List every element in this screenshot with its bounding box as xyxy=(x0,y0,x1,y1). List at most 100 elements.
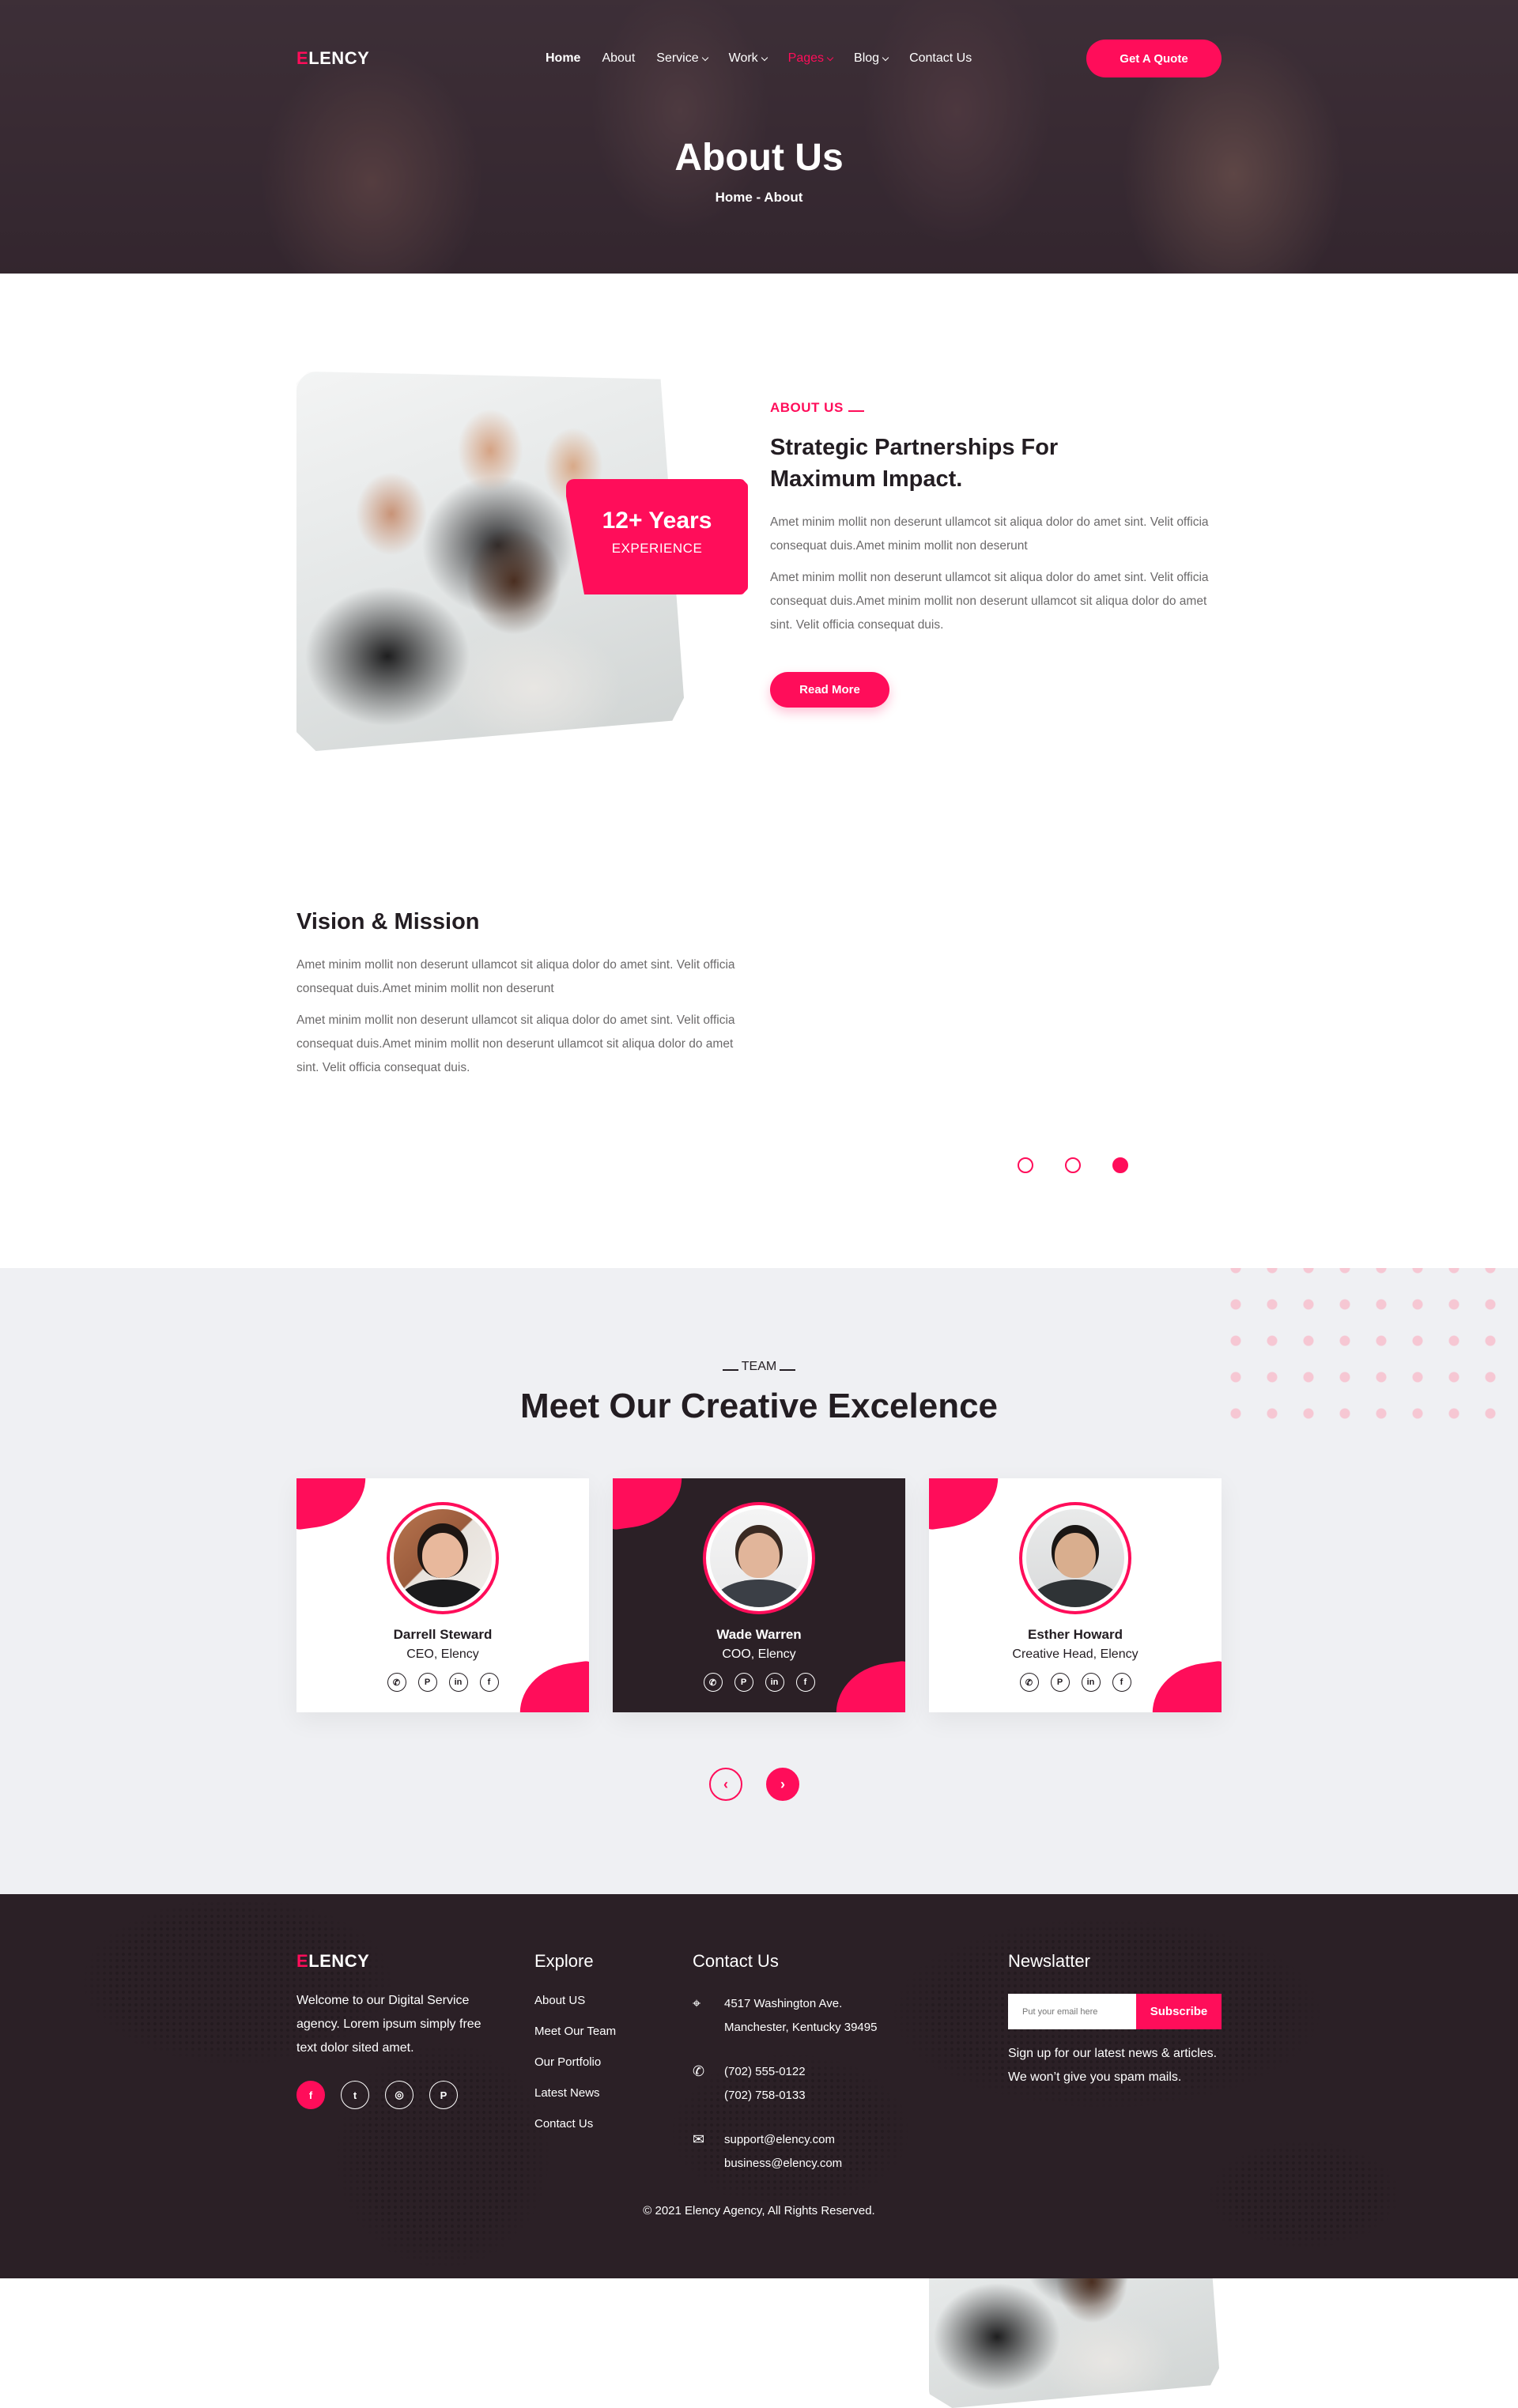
newsletter-title: Newslatter xyxy=(1008,1951,1090,1971)
facebook-icon[interactable]: f xyxy=(296,2081,325,2109)
about-heading: Strategic Partnerships For Maximum Impact… xyxy=(770,435,1059,492)
pinterest-icon[interactable]: P xyxy=(1050,1673,1070,1692)
prev-arrow-button[interactable]: ‹ xyxy=(709,1768,742,1801)
team-card[interactable]: Esther Howard Creative Head, Elency ✆ P … xyxy=(929,1478,1222,1712)
footer-about-column: ELENCY Welcome to our Digital Service ag… xyxy=(296,1951,502,2109)
member-socials: ✆ P in f xyxy=(613,1673,905,1692)
avatar xyxy=(703,1502,815,1614)
slider-dot-3[interactable] xyxy=(1112,1157,1128,1173)
footer-explore-column: Explore About US Meet Our Team Our Portf… xyxy=(534,1951,616,2148)
member-role: Creative Head, Elency xyxy=(1012,1647,1138,1661)
instagram-icon[interactable]: ◎ xyxy=(385,2081,413,2109)
about-paragraph-2: Amet minim mollit non deserunt ullamcot … xyxy=(770,571,1209,632)
nav-contact[interactable]: Contact Us xyxy=(909,51,972,66)
slider-dot-1[interactable] xyxy=(1018,1157,1033,1173)
chevron-down-icon xyxy=(826,54,834,61)
footer-link[interactable]: Our Portfolio xyxy=(534,2055,616,2069)
copyright: © 2021 Elency Agency, All Rights Reserve… xyxy=(643,2204,875,2217)
get-a-quote-button[interactable]: Get A Quote xyxy=(1086,40,1222,77)
main-nav: Home About Service Work Pages Blog Conta… xyxy=(546,51,993,66)
facebook-icon[interactable]: f xyxy=(1112,1673,1131,1692)
facebook-icon[interactable]: f xyxy=(479,1673,499,1692)
whatsapp-icon[interactable]: ✆ xyxy=(1019,1673,1039,1692)
nav-home[interactable]: Home xyxy=(546,51,580,66)
slider-dot-2[interactable] xyxy=(1065,1157,1081,1173)
whatsapp-icon[interactable]: ✆ xyxy=(387,1673,406,1692)
address-line: Manchester, Kentucky 39495 xyxy=(724,2021,878,2034)
envelope-icon: ✉ xyxy=(693,2131,705,2147)
subscribe-button[interactable]: Subscribe xyxy=(1136,1994,1222,2029)
member-socials: ✆ P in f xyxy=(296,1673,589,1692)
footer-about-text: Welcome to our Digital Service agency. L… xyxy=(296,1994,481,2055)
avatar xyxy=(387,1502,499,1614)
nav-service[interactable]: Service xyxy=(656,51,708,66)
whatsapp-icon[interactable]: ✆ xyxy=(703,1673,723,1692)
phone-number[interactable]: (702) 555-0122 xyxy=(724,2060,806,2084)
vision-section xyxy=(0,795,1518,1273)
newsletter-text: Sign up for our latest news & articles. … xyxy=(1008,2047,1218,2084)
email-address[interactable]: business@elency.com xyxy=(724,2152,842,2176)
member-name: Esther Howard xyxy=(1028,1627,1123,1642)
footer-link[interactable]: About US xyxy=(534,1994,616,2007)
footer: ELENCY Welcome to our Digital Service ag… xyxy=(0,1894,1518,2278)
team-section: TEAM Meet Our Creative Excelence Darrell… xyxy=(0,1268,1518,1894)
newsletter-email-input[interactable] xyxy=(1008,1994,1136,2029)
slider-dots xyxy=(1018,1157,1128,1173)
next-arrow-button[interactable]: › xyxy=(766,1768,799,1801)
contact-title: Contact Us xyxy=(693,1951,779,1971)
footer-contact-column: Contact Us ⌖ 4517 Washington Ave. Manches… xyxy=(693,1951,877,2176)
linkedin-icon[interactable]: in xyxy=(765,1673,784,1692)
footer-link[interactable]: Meet Our Team xyxy=(534,2025,616,2038)
decorative-blob xyxy=(929,1478,1005,1532)
twitter-icon[interactable]: t xyxy=(341,2081,369,2109)
pinterest-icon[interactable]: P xyxy=(429,2081,458,2109)
footer-newsletter-column: Newslatter Subscribe Sign up for our lat… xyxy=(1008,1951,1229,2089)
about-text-block: ABOUT US Strategic Partnerships For Maxim… xyxy=(770,400,1225,708)
eyebrow-line xyxy=(780,1369,796,1371)
decorative-blob xyxy=(613,1478,689,1532)
team-title: Meet Our Creative Excelence xyxy=(519,1387,999,1425)
location-pin-icon: ⌖ xyxy=(693,1995,701,2011)
email-row: ✉ support@elency.com business@elency.com xyxy=(693,2128,877,2176)
nav-pages[interactable]: Pages xyxy=(788,51,834,66)
page-title: About Us xyxy=(674,137,844,179)
footer-socials: f t ◎ P xyxy=(296,2081,502,2109)
nav-blog[interactable]: Blog xyxy=(854,51,889,66)
member-socials: ✆ P in f xyxy=(929,1673,1222,1692)
pinterest-icon[interactable]: P xyxy=(417,1673,437,1692)
chevron-down-icon xyxy=(701,54,708,61)
about-paragraph-1: Amet minim mollit non deserunt ullamcot … xyxy=(770,515,1209,553)
linkedin-icon[interactable]: in xyxy=(448,1673,468,1692)
newsletter-form: Subscribe xyxy=(1008,1994,1229,2029)
phone-number[interactable]: (702) 758-0133 xyxy=(724,2084,806,2108)
footer-link[interactable]: Latest News xyxy=(534,2086,616,2100)
facebook-icon[interactable]: f xyxy=(795,1673,815,1692)
read-more-button[interactable]: Read More xyxy=(770,672,889,708)
vision-paragraph-1: Amet minim mollit non deserunt ullamcot … xyxy=(296,958,735,995)
vision-heading: Vision & Mission xyxy=(296,909,480,934)
explore-links: About US Meet Our Team Our Portfolio Lat… xyxy=(534,1994,616,2131)
team-cards: Darrell Steward CEO, Elency ✆ P in f Wad… xyxy=(296,1478,1222,1712)
phone-icon: ✆ xyxy=(693,2063,705,2079)
member-role: CEO, Elency xyxy=(406,1647,479,1661)
nav-work[interactable]: Work xyxy=(729,51,768,66)
logo[interactable]: ELENCY xyxy=(296,48,534,69)
linkedin-icon[interactable]: in xyxy=(1081,1673,1101,1692)
nav-about[interactable]: About xyxy=(602,51,635,66)
hero-banner: ELENCY Home About Service Work Pages Blo… xyxy=(0,0,1518,274)
experience-label: EXPERIENCE xyxy=(611,541,703,556)
avatar xyxy=(1019,1502,1131,1614)
eyebrow-line xyxy=(722,1369,738,1371)
experience-number: 12+ Years xyxy=(602,508,712,534)
vision-paragraph-2: Amet minim mollit non deserunt ullamcot … xyxy=(296,1013,735,1074)
footer-link[interactable]: Contact Us xyxy=(534,2117,616,2131)
team-card[interactable]: Wade Warren COO, Elency ✆ P in f xyxy=(613,1478,905,1712)
vision-text-block: Vision & Mission Amet minim mollit non d… xyxy=(296,906,747,1080)
email-address[interactable]: support@elency.com xyxy=(724,2128,842,2152)
team-card[interactable]: Darrell Steward CEO, Elency ✆ P in f xyxy=(296,1478,589,1712)
footer-logo[interactable]: ELENCY xyxy=(296,1951,502,1972)
team-eyebrow: TEAM xyxy=(0,1360,1518,1374)
chevron-right-icon: › xyxy=(780,1776,785,1792)
pinterest-icon[interactable]: P xyxy=(734,1673,753,1692)
chevron-down-icon xyxy=(882,54,889,61)
